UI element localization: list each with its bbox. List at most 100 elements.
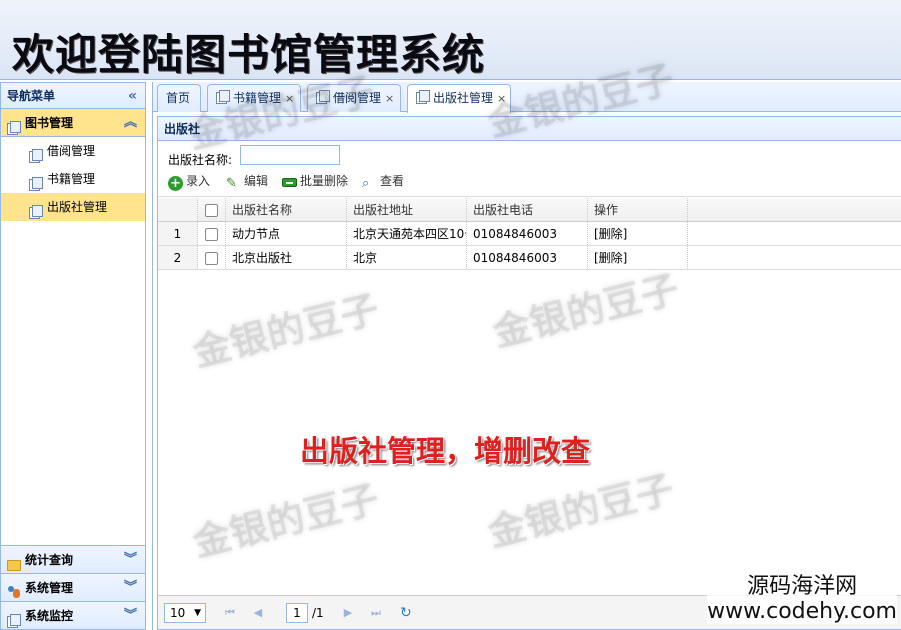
publisher-address-cell: 北京: [347, 246, 467, 269]
document-icon: [7, 609, 21, 628]
nav-group-label: 统计查询: [25, 553, 74, 567]
close-icon[interactable]: ×: [385, 92, 394, 105]
row-checkbox-cell[interactable]: [198, 222, 226, 245]
publisher-grid: 出版社名称 出版社地址 出版社电话 操作 1 动力节点 北京天通苑本四区10号 …: [158, 198, 901, 270]
tab-label: 首页: [166, 91, 191, 105]
total-pages: /1: [312, 606, 324, 620]
nav-group-label: 系统监控: [25, 609, 74, 623]
panel-title: 出版社: [158, 117, 901, 141]
tab-label: 书籍管理: [233, 91, 282, 105]
publisher-name-cell: 北京出版社: [226, 246, 347, 269]
tab-label: 出版社管理: [433, 91, 494, 105]
nav-group-statistics[interactable]: 统计查询 ︾: [1, 545, 145, 573]
column-header: 操作: [588, 198, 688, 221]
publisher-name-cell: 动力节点: [226, 222, 347, 245]
chevron-up-icon[interactable]: ︽: [124, 109, 137, 137]
select-all-checkbox[interactable]: [205, 204, 218, 217]
document-icon: [29, 172, 43, 191]
dropdown-arrow-icon[interactable]: ▼: [194, 604, 201, 622]
nav-group-system-monitor[interactable]: 系统监控 ︾: [1, 601, 145, 629]
delete-link[interactable]: [删除]: [588, 246, 688, 269]
chevron-down-icon[interactable]: ︾: [124, 574, 137, 602]
nav-item-label: 借阅管理: [47, 144, 96, 158]
current-page-input[interactable]: 1: [286, 603, 308, 623]
batch-delete-button[interactable]: 批量删除: [282, 171, 348, 191]
document-icon: [7, 116, 21, 135]
double-chevron-left-icon[interactable]: «: [128, 83, 137, 109]
tab-borrow-management[interactable]: 借阅管理 ×: [307, 84, 401, 112]
brand-name: 源码海洋网: [747, 574, 858, 599]
publisher-panel: 出版社 出版社名称: + 录入 ✎ 编辑 批量删除 ⌕ 查看 出版社名称 出版社…: [157, 116, 901, 630]
nav-group-label: 图书管理: [25, 116, 74, 130]
column-header[interactable]: 出版社地址: [347, 198, 467, 221]
document-icon: [29, 200, 43, 219]
row-number: 2: [158, 246, 198, 269]
chevron-down-icon[interactable]: ︾: [124, 546, 137, 574]
grid-header-row: 出版社名称 出版社地址 出版社电话 操作: [158, 198, 901, 222]
toolbar: 出版社名称: + 录入 ✎ 编辑 批量删除 ⌕ 查看: [158, 141, 901, 197]
document-icon: [29, 144, 43, 163]
edit-button[interactable]: ✎ 编辑: [226, 171, 268, 191]
last-page-icon[interactable]: ⏭: [368, 603, 384, 623]
page-size-value: 10: [170, 606, 186, 620]
add-button[interactable]: + 录入: [168, 171, 210, 191]
chevron-down-icon[interactable]: ︾: [124, 602, 137, 630]
row-checkbox[interactable]: [205, 228, 218, 241]
nav-header: 导航菜单 «: [1, 83, 145, 109]
add-icon: +: [168, 173, 184, 191]
batch-delete-button-label: 批量删除: [300, 174, 349, 188]
publisher-name-input[interactable]: [240, 145, 340, 165]
search-label: 出版社名称:: [168, 153, 233, 167]
refresh-icon[interactable]: ↻: [400, 603, 416, 623]
tabs-bar: 首页 书籍管理 × 借阅管理 × 出版社管理 ×: [153, 82, 901, 113]
document-icon: [216, 86, 230, 112]
app-header: 欢迎登陆图书馆管理系统: [0, 0, 901, 80]
add-button-label: 录入: [186, 174, 211, 188]
publisher-phone-cell: 01084846003: [467, 222, 588, 245]
table-row[interactable]: 2 北京出版社 北京 01084846003 [删除]: [158, 246, 901, 270]
nav-item-label: 书籍管理: [47, 172, 96, 186]
pencil-icon: ✎: [226, 176, 237, 191]
nav-item-publisher-management[interactable]: 出版社管理: [1, 193, 145, 221]
nav-item-book-management[interactable]: 书籍管理: [1, 165, 145, 193]
edit-button-label: 编辑: [244, 174, 269, 188]
document-icon: [416, 86, 430, 112]
publisher-address-cell: 北京天通苑本四区10号: [347, 222, 467, 245]
brand-url: www.codehy.com: [707, 599, 897, 624]
prev-page-icon[interactable]: ◀: [250, 603, 266, 623]
column-header[interactable]: 出版社名称: [226, 198, 347, 221]
tab-label: 借阅管理: [333, 91, 382, 105]
feature-caption: 出版社管理，增删改查: [300, 434, 591, 468]
app-title: 欢迎登陆图书馆管理系统: [12, 30, 486, 79]
view-button[interactable]: ⌕ 查看: [362, 171, 404, 191]
publisher-phone-cell: 01084846003: [467, 246, 588, 269]
row-checkbox[interactable]: [205, 252, 218, 265]
folder-icon: [7, 553, 21, 571]
first-page-icon[interactable]: ⏮: [222, 603, 238, 623]
delete-link[interactable]: [删除]: [588, 222, 688, 245]
select-all-checkbox-cell[interactable]: [198, 198, 226, 221]
row-number: 1: [158, 222, 198, 245]
row-number-header: [158, 198, 198, 221]
tab-publisher-management[interactable]: 出版社管理 ×: [407, 84, 511, 113]
tab-book-management[interactable]: 书籍管理 ×: [207, 84, 301, 112]
nav-group-system-management[interactable]: 系统管理 ︾: [1, 573, 145, 601]
nav-group-book-management[interactable]: 图书管理 ︽: [1, 109, 145, 137]
column-header[interactable]: 出版社电话: [467, 198, 588, 221]
page-size-select[interactable]: 10 ▼: [164, 603, 206, 623]
users-icon: [7, 581, 21, 598]
tab-home[interactable]: 首页: [157, 84, 201, 112]
site-brand: 源码海洋网 www.codehy.com: [707, 574, 897, 624]
next-page-icon[interactable]: ▶: [340, 603, 356, 623]
nav-item-borrow-management[interactable]: 借阅管理: [1, 137, 145, 165]
nav-group-label: 系统管理: [25, 581, 74, 595]
view-button-label: 查看: [380, 174, 405, 188]
close-icon[interactable]: ×: [497, 92, 506, 105]
close-icon[interactable]: ×: [285, 92, 294, 105]
nav-title: 导航菜单: [7, 89, 56, 103]
row-checkbox-cell[interactable]: [198, 246, 226, 269]
search-icon: ⌕: [362, 176, 370, 191]
document-icon: [316, 86, 330, 112]
table-row[interactable]: 1 动力节点 北京天通苑本四区10号 01084846003 [删除]: [158, 222, 901, 246]
nav-bottom-groups: 统计查询 ︾ 系统管理 ︾ 系统监控 ︾: [1, 545, 145, 629]
